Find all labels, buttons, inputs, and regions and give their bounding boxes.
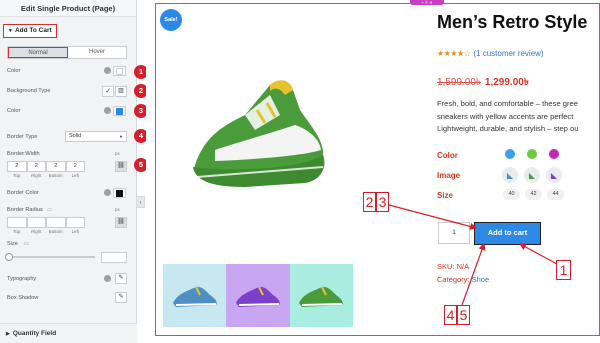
arrow-to-button bbox=[461, 242, 486, 306]
arrow-to-button bbox=[518, 243, 558, 265]
arrow-to-button bbox=[388, 204, 478, 230]
annotation-arrows bbox=[388, 204, 558, 306]
